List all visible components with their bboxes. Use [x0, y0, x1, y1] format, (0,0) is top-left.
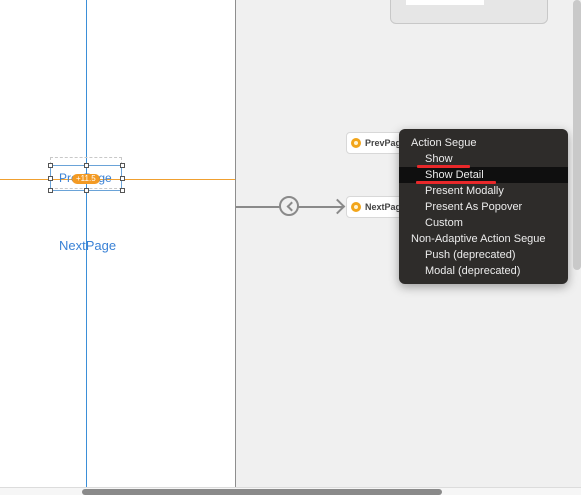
- annotation-underline-show-detail: [416, 181, 496, 184]
- annotation-underline-show: [417, 165, 470, 168]
- vertical-scrollbar[interactable]: [573, 0, 581, 270]
- next-page-button[interactable]: NextPage: [59, 238, 116, 253]
- resize-handle[interactable]: [48, 163, 53, 168]
- resize-handle[interactable]: [120, 163, 125, 168]
- menu-header-non-adaptive: Non-Adaptive Action Segue: [411, 233, 546, 245]
- menu-item-present-modally[interactable]: Present Modally: [399, 183, 568, 199]
- menu-item-modal-deprecated[interactable]: Modal (deprecated): [399, 263, 568, 279]
- resize-handle[interactable]: [48, 188, 53, 193]
- view-controller-icon: [351, 202, 361, 212]
- resize-handle[interactable]: [48, 176, 53, 181]
- segue-context-menu: Action Segue Show Show Detail Present Mo…: [399, 129, 568, 284]
- arrow-head-icon: [329, 198, 346, 215]
- resize-handle[interactable]: [84, 163, 89, 168]
- chevron-left-icon: [286, 201, 297, 212]
- scene-thumbnail-view: [406, 0, 484, 5]
- resize-handle[interactable]: [120, 176, 125, 181]
- view-controller-scene: PrevPage +11.5 NextPage: [0, 0, 236, 487]
- menu-item-present-as-popover[interactable]: Present As Popover: [399, 199, 568, 215]
- view-controller-icon: [351, 138, 361, 148]
- resize-handle[interactable]: [120, 188, 125, 193]
- horizontal-scrollbar[interactable]: [82, 489, 442, 495]
- resize-handle[interactable]: [84, 188, 89, 193]
- chevron-left-circle-icon[interactable]: [279, 196, 299, 216]
- scene-thumbnail[interactable]: [390, 0, 548, 24]
- constraint-badge: +11.5: [72, 174, 100, 184]
- menu-header-action-segue: Action Segue: [411, 137, 477, 149]
- menu-item-push-deprecated[interactable]: Push (deprecated): [399, 247, 568, 263]
- menu-item-custom[interactable]: Custom: [399, 215, 568, 231]
